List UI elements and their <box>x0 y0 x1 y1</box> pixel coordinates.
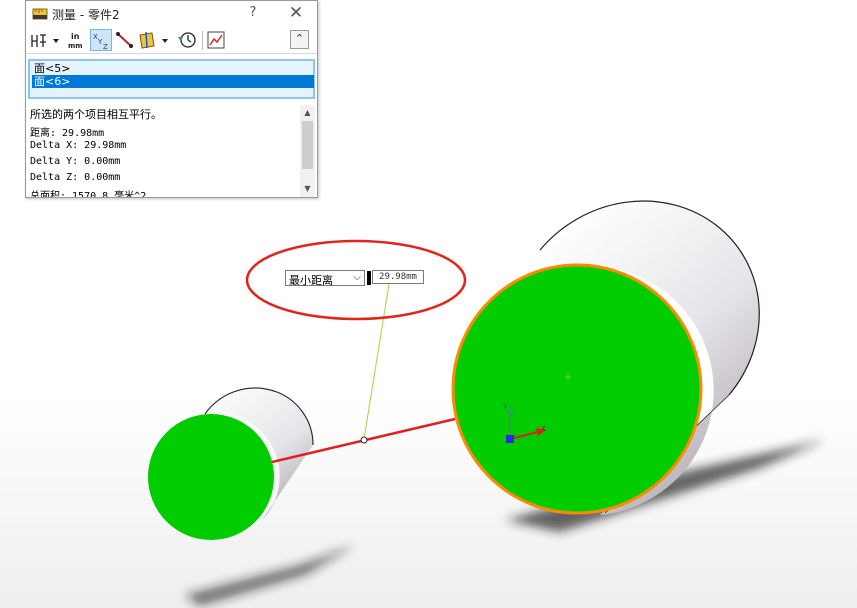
selection-item[interactable]: 面<5> <box>32 62 314 75</box>
dropdown-arrow-icon <box>162 39 168 43</box>
arc-options-dropdown[interactable] <box>51 29 61 51</box>
arc-measure-icon <box>31 34 46 47</box>
toolbar-separator <box>202 31 203 50</box>
scroll-thumb[interactable] <box>302 121 313 169</box>
scroll-down-icon[interactable]: ▼ <box>300 183 315 195</box>
result-total-area: 总面积: 1570.8 毫米^2 <box>30 191 147 197</box>
projection-icon <box>139 31 155 49</box>
large-cylinder-selected-face <box>451 263 703 515</box>
small-cylinder-selected-face <box>148 414 274 540</box>
history-clock-icon <box>178 32 196 48</box>
dropdown-arrow-icon <box>53 39 59 43</box>
dialog-title: 测量 - 零件2 <box>52 8 120 22</box>
dialog-titlebar[interactable]: 测量 - 零件2 ? ✕ <box>26 1 317 28</box>
units-top-text: in <box>71 32 80 41</box>
projection-options-dropdown[interactable] <box>160 29 170 51</box>
chevron-down-icon: ⌵ <box>353 272 361 283</box>
measure-results: 所选的两个项目相互平行。 距离: 29.98mm Delta X: 29.98m… <box>26 105 317 197</box>
units-bottom-text: mm <box>68 42 83 50</box>
result-line: 所选的两个项目相互平行。 <box>30 108 162 121</box>
close-button[interactable]: ✕ <box>288 3 304 23</box>
result-delta-x: Delta X: 29.98mm <box>30 140 127 151</box>
callout-value-marker <box>367 271 371 285</box>
measure-history-button[interactable] <box>176 29 198 51</box>
distance-value-box: 29.98mm <box>372 270 424 284</box>
selection-item-selected[interactable]: 面<6> <box>32 75 314 88</box>
result-delta-y: Delta Y: 0.00mm <box>30 156 121 167</box>
svg-text:Z: Z <box>103 43 108 50</box>
collapse-button[interactable]: ⌃ <box>290 30 309 49</box>
result-delta-z: Delta Z: 0.00mm <box>30 172 121 183</box>
distance-midpoint-marker <box>360 436 368 444</box>
results-scrollbar[interactable]: ▲ ▼ <box>300 105 315 197</box>
units-precision-button[interactable]: in mm <box>66 29 88 51</box>
scroll-up-icon[interactable]: ▲ <box>300 107 315 119</box>
point-to-point-icon <box>116 32 133 48</box>
distance-mode-label: 最小距离 <box>289 274 333 287</box>
units-icon: in mm <box>68 32 83 50</box>
measure-dialog: 测量 - 零件2 ? ✕ in mm X Y Z ⌃ 面<5> 面<6> 所选的… <box>25 0 318 198</box>
measure-tool-icon <box>32 8 48 20</box>
svg-text:Y: Y <box>502 403 508 411</box>
help-button[interactable]: ? <box>246 5 260 20</box>
arc-circle-measure-button[interactable] <box>29 29 49 51</box>
distance-mode-dropdown[interactable]: 最小距离 ⌵ <box>285 270 365 287</box>
selection-list[interactable]: 面<5> 面<6> <box>28 59 315 99</box>
create-sensor-button[interactable] <box>206 29 226 51</box>
xyz-icon: X Y Z <box>93 33 108 51</box>
sensor-graph-icon <box>207 31 225 49</box>
measure-toolbar: in mm X Y Z ⌃ <box>26 28 317 54</box>
svg-text:X: X <box>541 425 546 433</box>
point-to-point-button[interactable] <box>114 29 136 51</box>
xyz-measure-button[interactable]: X Y Z <box>90 29 112 51</box>
projection-button[interactable] <box>138 29 158 51</box>
result-distance: 距离: 29.98mm <box>30 128 105 139</box>
